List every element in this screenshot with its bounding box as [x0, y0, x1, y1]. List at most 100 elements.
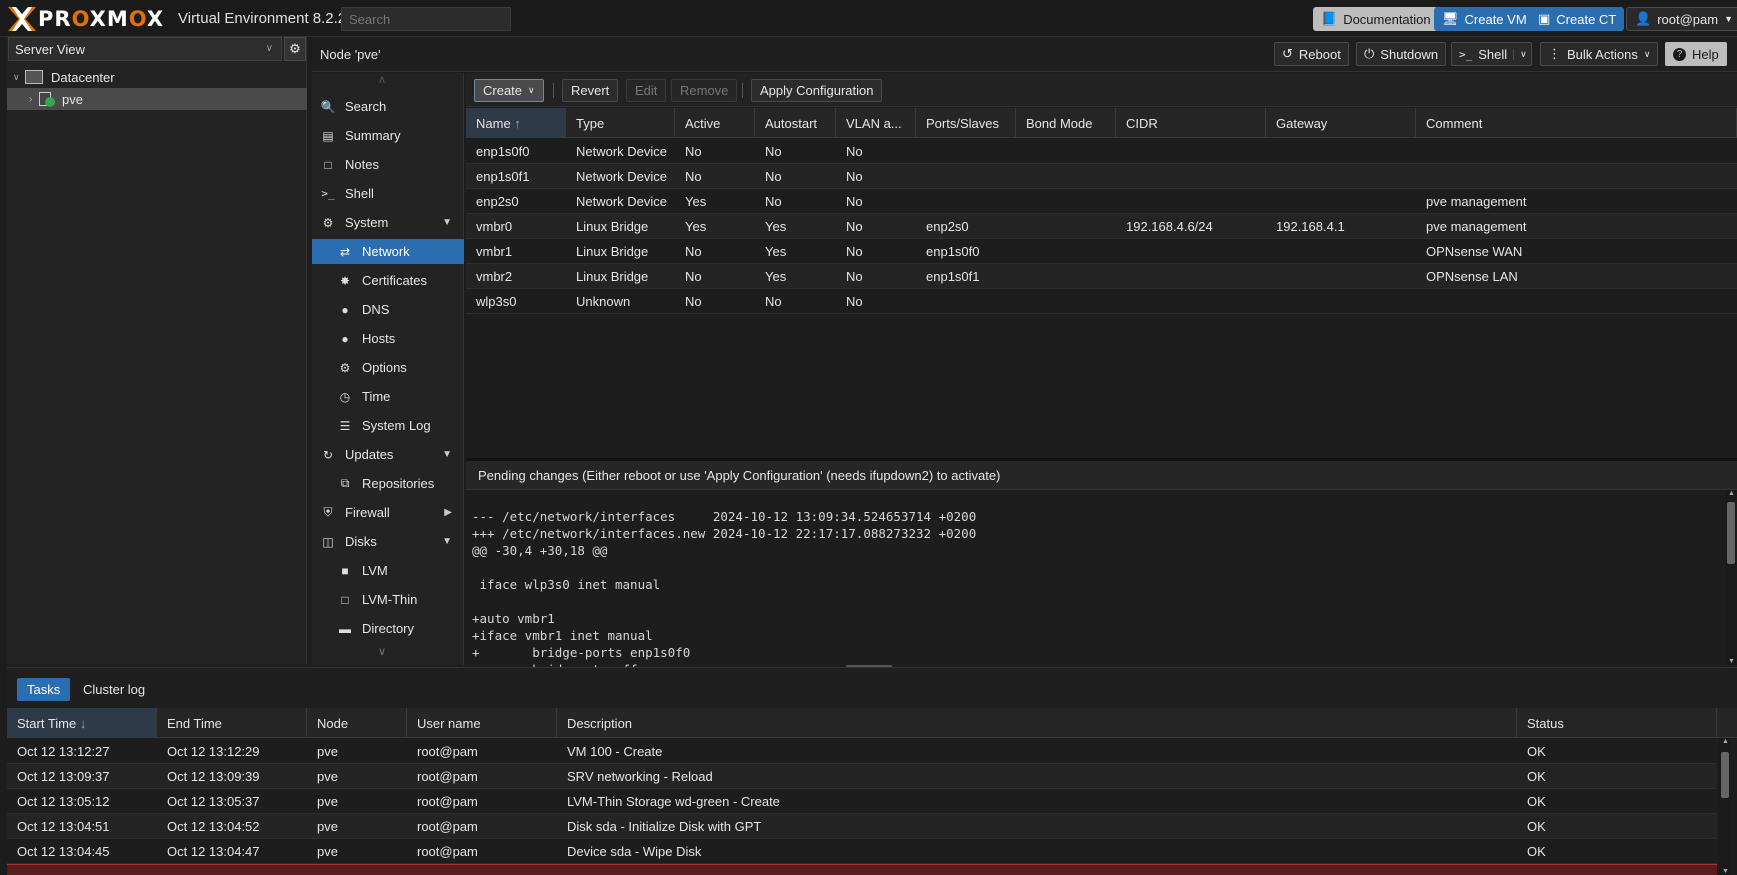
cell-type: Linux Bridge: [576, 219, 649, 234]
table-row[interactable]: Oct 12 13:04:45 Oct 12 13:04:47 pve root@pa…: [7, 839, 1717, 864]
col-end-time[interactable]: End Time: [157, 708, 307, 738]
shutdown-button[interactable]: ⏻ Shutdown: [1356, 42, 1447, 66]
nav-disks[interactable]: ◫ Disks ▼: [312, 529, 464, 554]
create-ct-button[interactable]: ▣ Create CT: [1530, 7, 1625, 31]
table-row[interactable]: vmbr2 Linux Bridge No Yes No enp1s0f1 OPNsense…: [466, 264, 1737, 289]
user-menu-button[interactable]: 👤 root@pam ▼: [1626, 7, 1737, 31]
cell-cidr: 192.168.4.6/24: [1126, 219, 1213, 234]
col-active[interactable]: Active: [675, 108, 755, 138]
table-row[interactable]: wlp3s0 Unknown No No No: [466, 289, 1737, 314]
table-row[interactable]: vmbr1 Linux Bridge No Yes No enp1s0f0 OPNsense…: [466, 239, 1737, 264]
nav-updates[interactable]: ↻ Updates ▼: [312, 442, 464, 467]
shell-button[interactable]: >_ Shell ∨: [1451, 42, 1532, 66]
nav-hosts[interactable]: ● Hosts: [312, 326, 464, 351]
nav-firewall[interactable]: ⛨ Firewall ▶: [312, 500, 464, 525]
nav-time[interactable]: ◷ Time: [312, 384, 464, 409]
reboot-button[interactable]: ↺ Reboot: [1274, 42, 1349, 66]
terminal-icon: >_: [321, 187, 335, 200]
table-row[interactable]: Oct 12 13:05:12 Oct 12 13:05:37 pve root@pa…: [7, 789, 1717, 814]
tasks-scrollbar[interactable]: ▲ ▼: [1719, 738, 1731, 875]
nav-notes[interactable]: □ Notes: [312, 152, 464, 177]
col-gateway[interactable]: Gateway: [1266, 108, 1416, 138]
nav-directory[interactable]: ▬ Directory: [312, 616, 464, 641]
col-bond-mode[interactable]: Bond Mode: [1016, 108, 1116, 138]
nav-system[interactable]: ⚙ System ▼: [312, 210, 464, 235]
proxmox-logo[interactable]: PROXMOX: [8, 7, 164, 31]
create-vm-button[interactable]: 🖥 Create VM: [1434, 7, 1535, 31]
nav-lvm[interactable]: ■ LVM: [312, 558, 464, 583]
scrollbar-thumb[interactable]: [1721, 752, 1729, 798]
col-ports-slaves[interactable]: Ports/Slaves: [916, 108, 1016, 138]
nav-network[interactable]: ⇄ Network: [312, 239, 464, 264]
cell-description: SRV networking - Reload: [567, 769, 713, 784]
nav-options[interactable]: ⚙ Options: [312, 355, 464, 380]
nav-dns[interactable]: ● DNS: [312, 297, 464, 322]
nav-shell[interactable]: >_ Shell: [312, 181, 464, 206]
remove-button[interactable]: Remove: [671, 79, 738, 102]
chevron-down-icon: ∨: [528, 85, 535, 95]
scroll-up-icon[interactable]: ∧: [378, 73, 386, 86]
table-row[interactable]: enp2s0 Network Device Yes No No pve managemen…: [466, 189, 1737, 214]
col-status[interactable]: Status: [1517, 708, 1717, 738]
nav-lvm-thin[interactable]: □ LVM-Thin: [312, 587, 464, 612]
undo-icon: ↺: [1282, 46, 1293, 61]
tree-item-node-pve[interactable]: › pve: [7, 88, 307, 110]
cell-vlan-aware: No: [846, 294, 863, 309]
table-row[interactable]: Oct 12 13:09:37 Oct 12 13:09:39 pve root@pa…: [7, 764, 1717, 789]
scrollbar-thumb[interactable]: [1727, 502, 1735, 564]
nav-search[interactable]: 🔍 Search: [312, 94, 464, 119]
network-toolbar: Create ∨ Revert Edit Remove Apply Config…: [466, 73, 1737, 107]
cell-ports-slaves: enp1s0f0: [926, 244, 980, 259]
nav-certificates[interactable]: ✸ Certificates: [312, 268, 464, 293]
table-row[interactable]: enp1s0f1 Network Device No No No: [466, 164, 1737, 189]
toolbar-separator: [553, 83, 554, 98]
global-search-input[interactable]: [341, 7, 511, 31]
revert-button[interactable]: Revert: [562, 79, 619, 102]
col-autostart[interactable]: Autostart: [755, 108, 836, 138]
cell-cidr: [1116, 239, 1266, 264]
view-selector[interactable]: Server View ∨: [8, 37, 282, 61]
nav-repositories[interactable]: ⧉ Repositories: [312, 471, 464, 496]
table-row[interactable]: vmbr0 Linux Bridge Yes Yes No enp2s0 192.168.4…: [466, 214, 1737, 239]
edit-button[interactable]: Edit: [626, 79, 667, 102]
tab-cluster-log[interactable]: Cluster log: [73, 678, 155, 701]
tab-tasks[interactable]: Tasks: [17, 678, 71, 701]
cell-status: OK: [1527, 794, 1546, 809]
col-description[interactable]: Description: [557, 708, 1517, 738]
bulk-actions-button[interactable]: ⋮ Bulk Actions ∨: [1540, 42, 1659, 66]
nav-system-log[interactable]: ☰ System Log: [312, 413, 464, 438]
apply-configuration-button[interactable]: Apply Configuration: [751, 79, 883, 102]
help-button[interactable]: ? Help: [1665, 42, 1727, 66]
cell-comment: [1416, 289, 1737, 314]
chevron-down-icon: ∨: [265, 43, 273, 54]
nav-summary[interactable]: ▤ Summary: [312, 123, 464, 148]
col-start-time[interactable]: Start Time ↓: [7, 708, 157, 738]
book-icon: ▤: [322, 128, 334, 143]
diff-line: + bridge-ports enp1s0f0: [472, 645, 691, 660]
caret-down-icon: ▼: [442, 217, 452, 228]
tree-item-datacenter[interactable]: ∨ Datacenter: [7, 66, 307, 88]
col-type[interactable]: Type: [566, 108, 675, 138]
cell-vlan-aware: No: [846, 219, 863, 234]
scroll-down-icon[interactable]: ∨: [378, 645, 386, 658]
cell-bond-mode: [1016, 189, 1116, 214]
tree-settings-button[interactable]: ⚙: [284, 37, 306, 61]
col-user-name[interactable]: User name: [407, 708, 557, 738]
table-row[interactable]: Oct 12 13:12:27 Oct 12 13:12:29 pve root@pa…: [7, 739, 1717, 764]
cell-active: No: [685, 294, 702, 309]
cell-status: OK: [1527, 819, 1546, 834]
col-vlan-aware[interactable]: VLAN a...: [836, 108, 916, 138]
col-cidr[interactable]: CIDR: [1116, 108, 1266, 138]
create-button[interactable]: Create ∨: [474, 79, 544, 102]
terminal-icon: >_: [1459, 47, 1473, 61]
chevron-down-icon: ∨: [1513, 48, 1527, 60]
table-row[interactable]: enp1s0f0 Network Device No No No: [466, 139, 1737, 164]
col-name[interactable]: Name ↑: [466, 108, 566, 138]
col-comment[interactable]: Comment: [1416, 108, 1737, 138]
table-row[interactable]: Oct 12 13:04:51 Oct 12 13:04:52 pve root@pa…: [7, 814, 1717, 839]
content-header: Node 'pve' ↺ Reboot ⏻ Shutdown >_ Shell …: [312, 37, 1737, 72]
cell-cidr: [1116, 189, 1266, 214]
col-node[interactable]: Node: [307, 708, 407, 738]
documentation-button[interactable]: 📘 Documentation: [1313, 7, 1439, 31]
pending-scrollbar[interactable]: ▲ ▼: [1725, 490, 1737, 665]
